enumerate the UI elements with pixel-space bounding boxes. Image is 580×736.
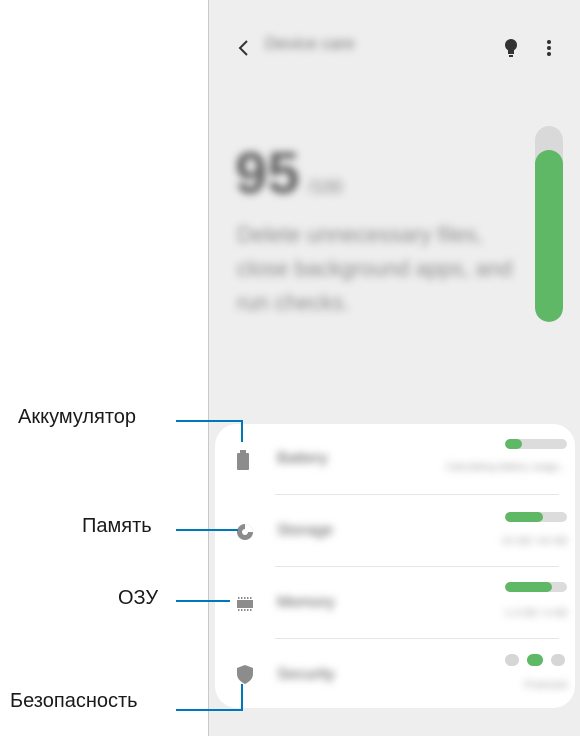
score-gauge: [535, 126, 563, 322]
memory-chip-icon: [237, 597, 253, 611]
battery-status: Calculating battery usage...: [445, 462, 567, 473]
callout-battery: Аккумулятор: [18, 406, 137, 428]
divider: [275, 566, 559, 567]
storage-usage-fill: [505, 512, 544, 522]
score-unit: /100: [307, 177, 343, 197]
leader-line-battery: [176, 420, 242, 422]
divider: [275, 494, 559, 495]
memory-usage-fill: [505, 582, 552, 592]
leader-line-storage: [176, 529, 238, 531]
memory-usage-bar: [505, 582, 567, 592]
battery-usage-fill: [505, 439, 523, 449]
memory-status: 1.3 GB / 4 GB: [504, 608, 567, 619]
battery-label: Battery: [277, 450, 328, 467]
callout-storage: Память: [82, 515, 152, 537]
score-value: 95: [235, 141, 300, 206]
leader-line-security: [176, 709, 242, 711]
security-status-dots: [505, 654, 569, 666]
score-gauge-fill: [535, 149, 563, 322]
app-bar-title: Device care: [265, 34, 355, 53]
device-care-card: Battery Calculating battery usage... Sto…: [215, 424, 575, 708]
storage-label: Storage: [277, 522, 334, 539]
score-description: Delete unnecessary files, close backgrou…: [237, 222, 513, 315]
callout-memory: ОЗУ: [118, 587, 159, 609]
status-dot: [551, 654, 565, 666]
divider: [275, 638, 559, 639]
callout-security: Безопасность: [10, 690, 138, 712]
pie-chart-icon: [237, 524, 253, 540]
more-vert-icon[interactable]: [543, 36, 555, 60]
storage-row[interactable]: Storage 22 GB / 64 GB: [215, 496, 575, 566]
memory-row[interactable]: Memory 1.3 GB / 4 GB: [215, 568, 575, 638]
status-dot-active: [527, 654, 543, 666]
shield-icon: [237, 665, 253, 684]
security-status: Protected: [524, 680, 567, 691]
leader-line-security: [241, 684, 243, 711]
lightbulb-icon[interactable]: [501, 36, 521, 60]
security-label: Security: [277, 666, 335, 683]
leader-line-memory: [176, 600, 230, 602]
leader-line-battery: [241, 420, 243, 442]
memory-label: Memory: [277, 594, 335, 611]
optimization-score: 95/100: [235, 140, 343, 207]
chevron-left-icon[interactable]: [233, 36, 255, 60]
battery-icon: [237, 450, 249, 470]
security-row[interactable]: Security Protected: [215, 640, 575, 710]
storage-usage-bar: [505, 512, 567, 522]
battery-usage-bar: [505, 439, 567, 449]
storage-status: 22 GB / 64 GB: [501, 536, 567, 547]
phone-screen: Device care 95/100 Delete unnecessary fi…: [208, 0, 580, 736]
status-dot: [505, 654, 519, 666]
battery-row[interactable]: Battery Calculating battery usage...: [215, 424, 575, 494]
app-bar: Device care: [209, 28, 580, 68]
